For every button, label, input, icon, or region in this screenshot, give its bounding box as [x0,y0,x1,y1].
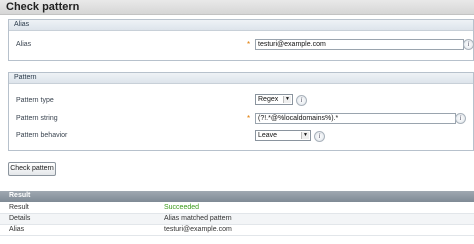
chevron-down-icon: ▼ [301,132,309,139]
result-row-key: Result [9,204,29,211]
alias-input[interactable]: testuri@example.com [255,39,464,50]
result-title: Result [9,192,31,199]
pattern-behavior-value: Leave [258,132,278,139]
pattern-panel: Pattern [8,72,474,151]
alias-info-icon[interactable]: i [463,39,474,50]
pattern-behavior-label: Pattern behavior [16,132,68,139]
pattern-behavior-info-icon[interactable]: i [314,131,325,142]
result-row-value: Alias matched pattern [164,215,232,222]
result-row: Alias testuri@example.com [0,225,474,236]
pattern-type-label: Pattern type [16,97,54,104]
page-title: Check pattern [6,1,80,13]
result-status-value: Succeeded [164,204,200,211]
page-header: Check pattern [0,0,474,15]
pattern-panel-header: Pattern [9,73,473,84]
result-row-key: Alias [9,226,25,233]
check-pattern-button[interactable]: Check pattern [8,162,56,176]
alias-required-marker: * [247,40,251,49]
pattern-string-input[interactable]: (?!.*@%localdomains%).* [255,113,456,124]
pattern-string-required-marker: * [247,114,251,123]
pattern-string-label: Pattern string [16,115,58,122]
alias-label: Alias [16,41,32,48]
result-row: Details Alias matched pattern [0,214,474,225]
pattern-behavior-select[interactable]: Leave ▼ [255,130,311,141]
result-row: Result Succeeded [0,203,474,214]
alias-panel-header: Alias [9,20,473,31]
pattern-type-value: Regex [258,96,279,103]
alias-panel-title: Alias [14,21,30,28]
pattern-string-info-icon[interactable]: i [455,113,466,124]
pattern-panel-title: Pattern [14,74,37,81]
result-header: Result [0,191,474,202]
result-row-value: testuri@example.com [164,226,232,233]
result-row-key: Details [9,215,31,222]
pattern-type-info-icon[interactable]: i [296,95,307,106]
chevron-down-icon: ▼ [283,96,291,103]
pattern-type-select[interactable]: Regex ▼ [255,94,293,105]
